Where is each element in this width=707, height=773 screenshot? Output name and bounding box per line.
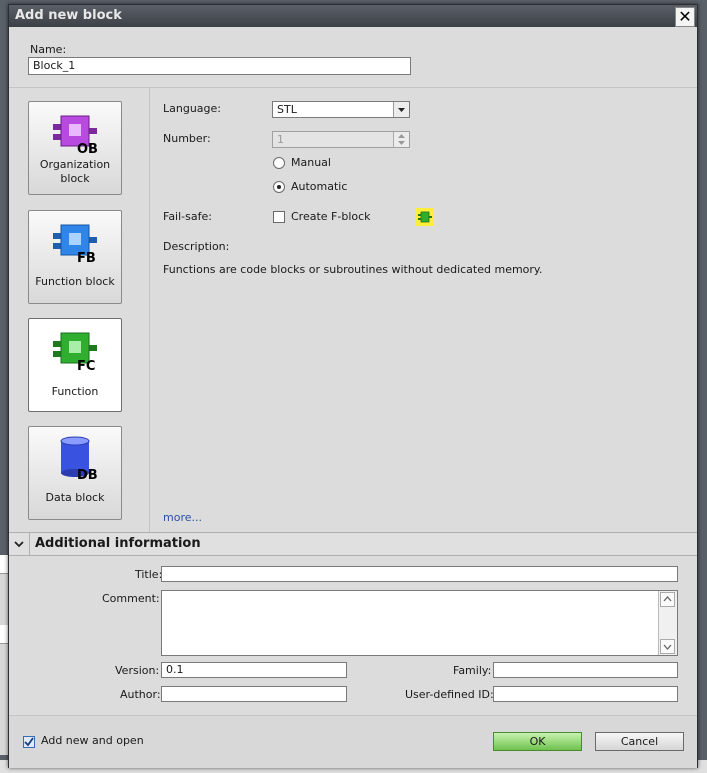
language-select[interactable]: STL (272, 101, 410, 118)
family-label: Family: (453, 664, 492, 677)
additional-info-title: Additional information (35, 536, 201, 551)
function-block-label: Function block (35, 275, 115, 288)
function-block-icon: FB (53, 224, 97, 263)
svg-text:OB: OB (77, 142, 98, 154)
create-fblock-checkbox[interactable] (273, 211, 285, 223)
manual-label: Manual (291, 156, 331, 169)
chevron-down-icon[interactable] (393, 102, 409, 117)
name-input[interactable]: Block_1 (28, 57, 411, 75)
organization-block-label: Organization block (39, 158, 111, 185)
more-link[interactable]: more... (163, 511, 202, 524)
title-input[interactable] (161, 566, 678, 582)
function-button[interactable]: FC Function (28, 318, 122, 412)
block-settings-pane: OB Organization block FB Function block (9, 87, 697, 532)
author-label: Author: (120, 688, 161, 701)
description-text: Functions are code blocks or subroutines… (163, 263, 543, 276)
close-icon[interactable]: ✕ (675, 7, 695, 27)
comment-scrollbar[interactable] (658, 591, 677, 655)
svg-text:FC: FC (77, 359, 95, 371)
cancel-button[interactable]: Cancel (595, 732, 684, 751)
user-defined-id-input[interactable] (493, 686, 678, 702)
number-stepper[interactable]: 1 (272, 131, 410, 148)
dialog-title: Add new block (15, 8, 122, 23)
organization-block-icon: OB (53, 115, 98, 154)
spin-arrows-icon[interactable] (393, 132, 409, 147)
number-label: Number: (163, 132, 211, 145)
scroll-down-icon[interactable] (660, 639, 675, 654)
function-block-button[interactable]: FB Function block (28, 210, 122, 304)
chevron-down-icon[interactable] (9, 533, 30, 555)
add-new-block-dialog: Add new block ✕ Name: Block_1 OB Organiz… (8, 4, 698, 768)
data-block-label: Data block (45, 491, 105, 504)
manual-radio[interactable] (273, 157, 285, 169)
language-value: STL (277, 103, 297, 116)
author-input[interactable] (161, 686, 347, 702)
user-defined-id-label: User-defined ID: (405, 688, 494, 701)
fblock-icon (416, 208, 434, 226)
add-new-and-open-label: Add new and open (41, 734, 144, 747)
add-new-and-open-checkbox[interactable] (23, 736, 35, 748)
function-label: Function (51, 385, 99, 398)
organization-block-button[interactable]: OB Organization block (28, 101, 122, 195)
dialog-footer: Add new and open OK Cancel (9, 715, 697, 768)
block-properties: Language: STL Number: 1 Manual Automatic… (163, 88, 693, 532)
svg-text:FB: FB (77, 251, 96, 263)
failsafe-label: Fail-safe: (163, 210, 212, 223)
data-block-button[interactable]: DB Data block (28, 426, 122, 520)
function-icon: FC (53, 332, 97, 371)
svg-text:DB: DB (77, 468, 98, 479)
comment-textarea[interactable] (161, 590, 678, 656)
scroll-up-icon[interactable] (660, 592, 675, 607)
block-type-list: OB Organization block FB Function block (9, 88, 150, 532)
data-block-icon: DB (60, 436, 98, 479)
create-fblock-label: Create F-block (291, 210, 371, 223)
family-input[interactable] (493, 662, 678, 678)
version-label: Version: (115, 664, 160, 677)
name-label: Name: (30, 43, 67, 56)
ok-button[interactable]: OK (493, 732, 582, 751)
language-label: Language: (163, 102, 221, 115)
description-label: Description: (163, 240, 230, 253)
dialog-titlebar: Add new block ✕ (9, 5, 697, 27)
number-value: 1 (277, 133, 284, 146)
automatic-label: Automatic (291, 180, 348, 193)
comment-label: Comment: (102, 592, 160, 605)
title-label: Title: (135, 568, 163, 581)
version-input[interactable]: 0.1 (161, 662, 347, 678)
automatic-radio[interactable] (273, 181, 285, 193)
additional-info-header[interactable]: Additional information (9, 532, 697, 556)
